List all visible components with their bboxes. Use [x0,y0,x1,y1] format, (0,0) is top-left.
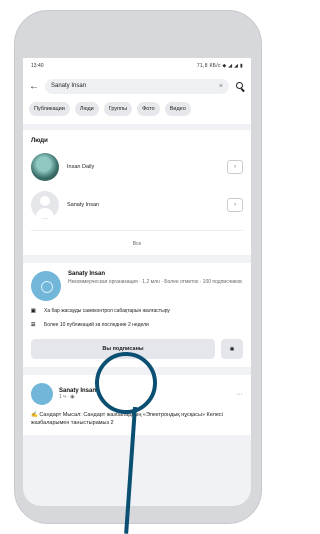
more-icon[interactable]: ··· [236,391,243,398]
person-name: Insan Daily [67,164,95,170]
arrow-left-icon[interactable]: ← [29,81,39,92]
status-time: 13:40 [31,63,44,69]
list-item[interactable]: Insan Daily › [23,148,251,186]
tab-posts[interactable]: Публикации [29,102,70,116]
post-text: ✍️ Сандарт Мысал: Сандарт жазбалардың «Э… [31,412,223,426]
tab-photos[interactable]: Фото [137,102,160,116]
page-name: Sanaty Insan [68,271,106,277]
search-icon[interactable] [235,81,245,91]
phone-screen: 13:40 71,8 КБ/с ◆ ◢ ◢ ▮ ← Sanaty Insan ×… [23,58,251,506]
people-title: Люди [31,138,48,144]
avatar [31,153,59,181]
post-time: 1 ч · ◉ [59,394,75,400]
tab-groups[interactable]: Группы [103,102,133,116]
page-info-row: ▣ Ха бар жасауды самоконтрол сабақтарын … [31,308,243,315]
list-item[interactable]: Sanaty Insan › [23,186,251,224]
close-icon[interactable]: × [219,83,223,90]
tab-people[interactable]: Люди [74,102,99,116]
see-all-link[interactable]: Все [31,230,243,255]
post-avatar[interactable] [31,383,53,405]
search-value: Sanaty Insan [51,83,87,89]
page-logo [31,271,61,301]
status-icons: 71,8 КБ/с ◆ ◢ ◢ ▮ [196,63,243,69]
page-info-text: Ха бар жасауды самоконтрол сабақтарын жа… [44,308,170,314]
page-result-card: Sanaty Insan Некоммерческая организация … [23,263,251,367]
tab-videos[interactable]: Видео [164,102,191,116]
search-input[interactable]: Sanaty Insan × [45,78,229,94]
page-meta: Некоммерческая организация · 1,2 млн · Б… [68,279,242,285]
annotation-circle [95,352,157,414]
info-icon: ▣ [31,308,36,314]
person-name: Sanaty Insan [67,202,100,208]
add-friend-button[interactable]: › [227,160,243,174]
status-bar: 13:40 71,8 КБ/с ◆ ◢ ◢ ▮ [23,58,251,74]
page-info-text: Более 10 публикаций за последние 2 недел… [44,322,149,328]
add-friend-button[interactable]: › [227,198,243,212]
avatar [31,191,59,219]
search-bar: ← Sanaty Insan × [23,74,251,98]
page-info-row: ☰ Более 10 публикаций за последние 2 нед… [31,322,243,329]
people-section: Люди Insan Daily › Sanaty Insan › Все [23,130,251,255]
more-icon[interactable]: ✱ [221,339,243,359]
filter-tabs: Публикации Люди Группы Фото Видео [23,98,251,124]
page-header[interactable]: Sanaty Insan Некоммерческая организация … [31,271,243,301]
calendar-icon: ☰ [31,322,36,328]
